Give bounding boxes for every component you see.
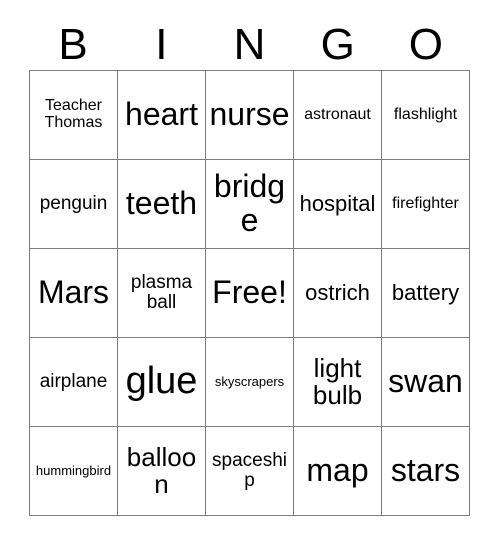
- bingo-grid: Teacher Thomas heart nurse astronaut fla…: [29, 70, 470, 516]
- bingo-row: airplane glue skyscrapers light bulb swa…: [30, 338, 470, 427]
- bingo-card: B I N G O Teacher Thomas heart nurse ast…: [29, 0, 470, 516]
- bingo-cell[interactable]: penguin: [30, 160, 118, 249]
- bingo-cell-label: firefighter: [392, 194, 459, 212]
- bingo-cell[interactable]: Teacher Thomas: [30, 71, 118, 160]
- bingo-cell[interactable]: heart: [118, 71, 206, 160]
- bingo-cell-label: swan: [388, 363, 463, 400]
- bingo-cell[interactable]: airplane: [30, 338, 118, 427]
- bingo-cell[interactable]: nurse: [206, 71, 294, 160]
- bingo-header-letter-g: G: [320, 20, 355, 69]
- bingo-row: Mars plasma ball Free! ostrich battery: [30, 249, 470, 338]
- bingo-cell[interactable]: glue: [118, 338, 206, 427]
- bingo-header-row: B I N G O: [29, 0, 470, 70]
- bingo-cell[interactable]: map: [294, 427, 382, 516]
- bingo-cell-label: hummingbird: [35, 463, 112, 479]
- bingo-header-letter-o: O: [408, 20, 444, 69]
- bingo-cell-label: Mars: [37, 274, 110, 311]
- bingo-cell-label: penguin: [39, 193, 108, 215]
- bingo-cell-label: stars: [390, 452, 461, 489]
- bingo-cell-label: ostrich: [305, 280, 370, 306]
- bingo-cell[interactable]: teeth: [118, 160, 206, 249]
- bingo-cell[interactable]: flashlight: [382, 71, 470, 160]
- bingo-cell-label: battery: [391, 280, 460, 306]
- bingo-cell-label: light bulb: [312, 352, 363, 410]
- bingo-cell[interactable]: hospital: [294, 160, 382, 249]
- bingo-header-letter-i: I: [155, 20, 168, 69]
- bingo-cell-label: astronaut: [304, 105, 371, 123]
- bingo-cell-label: plasma ball: [130, 272, 193, 313]
- bingo-cell[interactable]: light bulb: [294, 338, 382, 427]
- bingo-cell-label: Free!: [212, 274, 287, 311]
- bingo-cell-label: skyscrapers: [214, 374, 285, 390]
- bingo-cell[interactable]: swan: [382, 338, 470, 427]
- bingo-cell-free[interactable]: Free!: [206, 249, 294, 338]
- bingo-cell[interactable]: ostrich: [294, 249, 382, 338]
- bingo-cell[interactable]: stars: [382, 427, 470, 516]
- bingo-cell-label: teeth: [125, 185, 198, 222]
- bingo-cell-label: Teacher Thomas: [44, 97, 103, 131]
- bingo-cell-label: balloon: [126, 441, 197, 499]
- bingo-row: Teacher Thomas heart nurse astronaut fla…: [30, 71, 470, 160]
- bingo-cell[interactable]: hummingbird: [30, 427, 118, 516]
- bingo-row: penguin teeth bridge hospital firefighte…: [30, 160, 470, 249]
- bingo-cell-label: glue: [125, 360, 198, 403]
- bingo-cell-label: heart: [125, 96, 198, 133]
- bingo-cell-label: spaceship: [212, 450, 287, 491]
- bingo-cell[interactable]: Mars: [30, 249, 118, 338]
- bingo-cell[interactable]: plasma ball: [118, 249, 206, 338]
- bingo-row: hummingbird balloon spaceship map stars: [30, 427, 470, 516]
- bingo-cell-label: nurse: [209, 96, 290, 133]
- bingo-cell-label: airplane: [39, 371, 108, 393]
- bingo-cell[interactable]: balloon: [118, 427, 206, 516]
- bingo-cell-label: flashlight: [393, 105, 458, 123]
- bingo-cell[interactable]: bridge: [206, 160, 294, 249]
- bingo-cell[interactable]: astronaut: [294, 71, 382, 160]
- bingo-cell-label: bridge: [213, 168, 286, 238]
- bingo-header-letter-n: N: [233, 20, 266, 69]
- bingo-cell-label: map: [306, 452, 369, 489]
- bingo-cell[interactable]: spaceship: [206, 427, 294, 516]
- bingo-cell[interactable]: skyscrapers: [206, 338, 294, 427]
- bingo-cell[interactable]: firefighter: [382, 160, 470, 249]
- bingo-header-letter-b: B: [58, 20, 88, 69]
- bingo-cell[interactable]: battery: [382, 249, 470, 338]
- bingo-cell-label: hospital: [299, 191, 376, 217]
